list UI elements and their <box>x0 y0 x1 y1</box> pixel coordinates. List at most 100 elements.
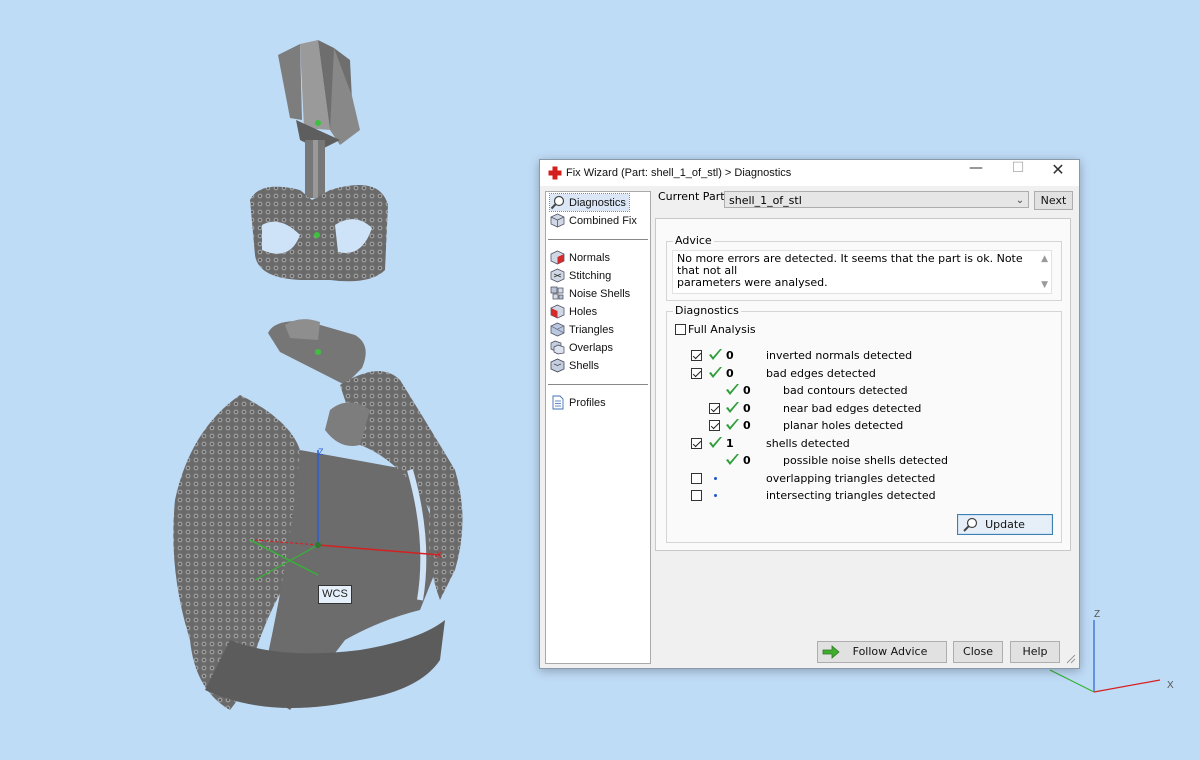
nav-item-label: Normals <box>569 251 610 264</box>
nav-item-normals[interactable]: Normals <box>550 249 610 266</box>
nav-item-shells[interactable]: Shells <box>550 357 599 374</box>
advice-text-line-1: No more errors are detected. It seems th… <box>677 252 1023 277</box>
row-checkbox[interactable] <box>691 368 702 379</box>
red-cross-icon <box>548 166 562 180</box>
row-label: bad contours detected <box>783 384 908 397</box>
row-checkbox[interactable] <box>691 350 702 361</box>
next-button[interactable]: Next <box>1034 191 1073 210</box>
normals-cube-icon <box>550 250 565 265</box>
update-label: Update <box>985 518 1025 531</box>
row-label: shells detected <box>766 437 850 450</box>
update-button[interactable]: Update <box>957 514 1053 535</box>
row-count: 0 <box>726 367 734 380</box>
row-checkbox[interactable] <box>709 403 720 414</box>
nav-item-label: Profiles <box>569 396 606 409</box>
document-icon <box>552 395 564 410</box>
prong-head-part <box>278 40 360 198</box>
advice-title: Advice <box>673 234 714 247</box>
green-check-icon <box>709 367 722 378</box>
resize-grip-icon[interactable] <box>1064 652 1076 664</box>
row-count: 0 <box>726 349 734 362</box>
minimize-button[interactable]: — <box>956 160 996 186</box>
scroll-down-icon[interactable]: ▼ <box>1041 279 1048 291</box>
row-label: planar holes detected <box>783 419 904 432</box>
triad-z-label: Z <box>1094 609 1100 620</box>
maximize-button[interactable]: ☐ <box>998 160 1038 186</box>
row-checkbox[interactable] <box>691 473 702 484</box>
current-part-value: shell_1_of_stl <box>729 194 802 207</box>
row-checkbox[interactable] <box>691 490 702 501</box>
advice-group: Advice No more errors are detected. It s… <box>666 234 1062 301</box>
wcs-x-label: X <box>436 550 442 560</box>
row-checkbox[interactable] <box>691 438 702 449</box>
nav-item-stitching[interactable]: Stitching <box>550 267 611 284</box>
nav-item-label: Stitching <box>569 269 612 282</box>
nav-item-diagnostics[interactable]: Diagnostics <box>549 193 630 212</box>
nav-item-label: Holes <box>569 305 598 318</box>
stitching-cube-icon <box>550 268 565 283</box>
nav-item-profiles[interactable]: Profiles <box>550 394 606 411</box>
noise-shells-icon <box>550 286 564 300</box>
nav-item-label: Diagnostics <box>569 196 626 209</box>
current-part-label: Current Part: <box>658 190 729 203</box>
green-check-icon <box>726 384 739 395</box>
wcs-z-label: Z <box>318 447 324 457</box>
nav-item-holes[interactable]: Holes <box>550 303 597 320</box>
green-check-icon <box>726 454 739 465</box>
nav-item-label: Noise Shells <box>569 287 631 300</box>
row-count: 0 <box>743 419 751 432</box>
follow-advice-button[interactable]: Follow Advice <box>817 641 947 663</box>
pending-dot-icon <box>714 494 717 497</box>
nav-separator <box>548 384 648 385</box>
row-checkbox[interactable] <box>709 420 720 431</box>
window-title: Fix Wizard (Part: shell_1_of_stl) > Diag… <box>566 167 792 179</box>
magnifier-icon <box>550 195 565 210</box>
advice-text-line-2: parameters were analysed. <box>677 276 828 289</box>
nav-item-triangles[interactable]: Triangles <box>550 321 614 338</box>
full-analysis-label: Full Analysis <box>688 323 756 336</box>
holes-cube-icon <box>550 304 565 319</box>
overlaps-icon <box>550 340 565 355</box>
nav-separator <box>548 239 648 240</box>
nav-item-label: Shells <box>569 359 599 372</box>
green-check-icon <box>726 419 739 430</box>
row-count: 0 <box>743 384 751 397</box>
nav-item-label: Combined Fix <box>569 214 637 227</box>
row-label: inverted normals detected <box>766 349 913 362</box>
center-part <box>268 319 366 385</box>
green-check-icon <box>709 349 722 360</box>
scroll-up-icon[interactable]: ▲ <box>1041 253 1048 265</box>
close-window-button[interactable]: ✕ <box>1038 160 1078 186</box>
row-label: overlapping triangles detected <box>766 472 936 485</box>
green-arrow-icon <box>822 645 840 659</box>
title-bar[interactable]: Fix Wizard (Part: shell_1_of_stl) > Diag… <box>540 160 1079 186</box>
pending-dot-icon <box>714 477 717 480</box>
wizard-nav-panel: Diagnostics Combined Fix Normals Stitchi… <box>545 191 651 664</box>
triad-x-label: X <box>1167 680 1174 691</box>
current-part-select[interactable]: shell_1_of_stl ⌄ <box>724 191 1029 208</box>
nav-item-overlaps[interactable]: Overlaps <box>550 339 613 356</box>
row-count: 0 <box>743 402 751 415</box>
triangles-cube-icon <box>550 322 565 337</box>
chevron-down-icon: ⌄ <box>1015 195 1025 206</box>
row-count: 1 <box>726 437 734 450</box>
row-label: possible noise shells detected <box>783 454 949 467</box>
nav-item-label: Triangles <box>569 323 614 336</box>
full-analysis-checkbox[interactable] <box>675 324 686 335</box>
nav-item-noise-shells[interactable]: Noise Shells <box>550 285 630 302</box>
diagnostics-title: Diagnostics <box>673 304 741 317</box>
wcs-label: WCS <box>318 585 352 604</box>
nav-item-label: Overlaps <box>569 341 614 354</box>
cube-icon <box>550 213 565 228</box>
row-label: bad edges detected <box>766 367 876 380</box>
shells-icon <box>550 358 565 373</box>
green-check-icon <box>709 437 722 448</box>
magnifier-icon <box>963 517 978 532</box>
row-label: near bad edges detected <box>783 402 922 415</box>
gallery-part <box>250 185 388 282</box>
help-button[interactable]: Help <box>1010 641 1060 663</box>
nav-item-combined-fix[interactable]: Combined Fix <box>550 212 637 229</box>
green-check-icon <box>726 402 739 413</box>
close-button[interactable]: Close <box>953 641 1003 663</box>
row-label: intersecting triangles detected <box>766 489 936 502</box>
